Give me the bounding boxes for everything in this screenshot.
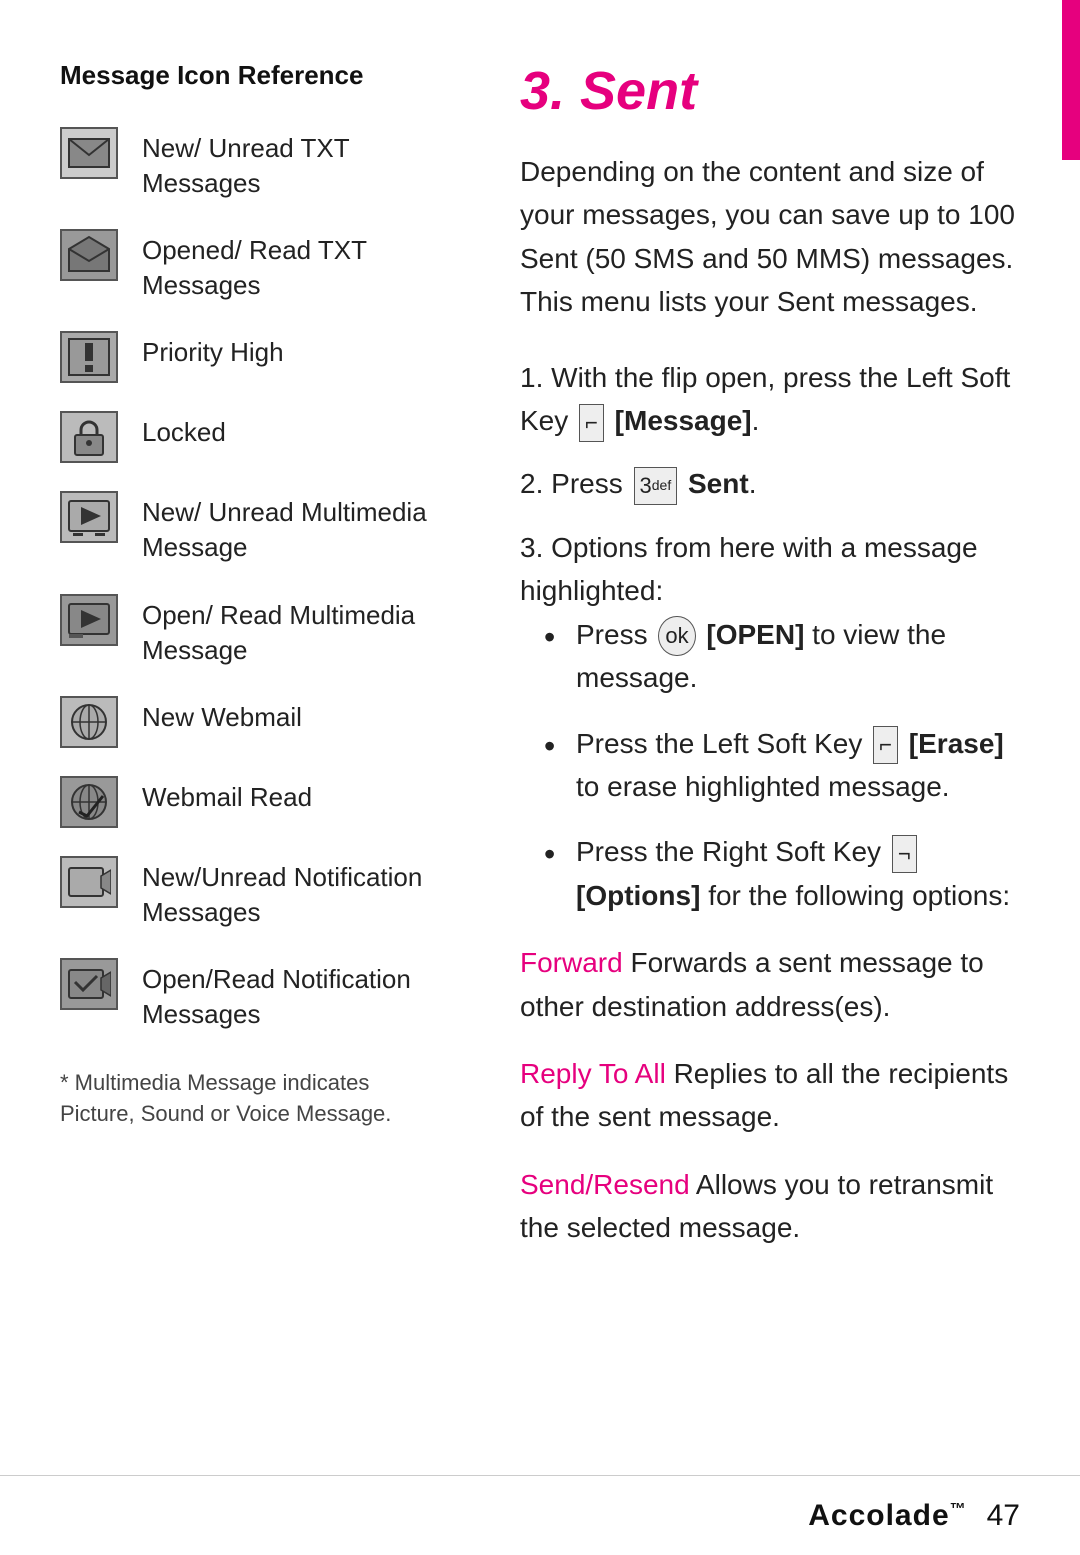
- bullet-3-text: Press the Right Soft Key: [576, 836, 889, 867]
- list-item: New/ Unread TXT Messages: [60, 127, 440, 201]
- new-notif-label: New/Unread Notification Messages: [142, 856, 440, 930]
- open-mms-icon: [60, 594, 118, 646]
- envelope-new-svg: [67, 133, 111, 173]
- priority-high-svg: [67, 337, 111, 377]
- option-reply-to-all: Reply To All Replies to all the recipien…: [520, 1052, 1020, 1139]
- locked-icon: [60, 411, 118, 463]
- reply-to-all-title: Reply To All: [520, 1058, 666, 1089]
- bullet-1: Press ok [OPEN] to view the message.: [540, 613, 1020, 700]
- locked-label: Locked: [142, 411, 226, 450]
- priority-high-label: Priority High: [142, 331, 284, 370]
- opened-txt-label: Opened/ Read TXT Messages: [142, 229, 440, 303]
- left-soft-key-icon: ⌐: [579, 404, 604, 442]
- option-forward: Forward Forwards a sent message to other…: [520, 941, 1020, 1028]
- open-notif-icon: [60, 958, 118, 1010]
- list-item: Open/ Read Multimedia Message: [60, 594, 440, 668]
- brand-name: Accolade™: [808, 1499, 966, 1533]
- erase-bold-label: [Erase]: [909, 728, 1004, 759]
- step-2-text: Press: [551, 468, 630, 499]
- left-soft-key-2-icon: ⌐: [873, 726, 898, 764]
- open-notif-svg: [67, 964, 111, 1004]
- icon-list: New/ Unread TXT Messages Opened/ Read TX…: [60, 127, 440, 1032]
- steps-list: 1. With the flip open, press the Left So…: [520, 356, 1020, 918]
- new-notif-svg: [67, 862, 111, 902]
- open-mms-svg: [67, 600, 111, 640]
- list-item: Open/Read Notification Messages: [60, 958, 440, 1032]
- message-icon-reference-title: Message Icon Reference: [60, 60, 440, 91]
- bullet-list: Press ok [OPEN] to view the message. Pre…: [540, 613, 1020, 918]
- open-notif-label: Open/Read Notification Messages: [142, 958, 440, 1032]
- list-item: Opened/ Read TXT Messages: [60, 229, 440, 303]
- three-key-icon: 3def: [634, 467, 678, 505]
- step-1: 1. With the flip open, press the Left So…: [520, 356, 1020, 443]
- list-item: Webmail Read: [60, 776, 440, 828]
- trademark-symbol: ™: [950, 1501, 967, 1518]
- new-txt-label: New/ Unread TXT Messages: [142, 127, 440, 201]
- step-3-text: Options from here with a message highlig…: [520, 532, 978, 606]
- accent-bar: [1062, 0, 1080, 160]
- send-resend-title: Send/Resend: [520, 1169, 690, 1200]
- open-mms-label: Open/ Read Multimedia Message: [142, 594, 440, 668]
- webmail-read-icon: [60, 776, 118, 828]
- priority-high-icon: [60, 331, 118, 383]
- forward-title: Forward: [520, 947, 623, 978]
- step-1-key-label: [Message].: [615, 405, 760, 436]
- webmail-read-label: Webmail Read: [142, 776, 312, 815]
- webmail-read-svg: [67, 782, 111, 822]
- message-label: [Message]: [615, 405, 752, 436]
- step-num-2: 2.: [520, 468, 551, 499]
- sent-label: Sent: [688, 468, 749, 499]
- brand-text: Accolade: [808, 1499, 949, 1532]
- footnote: * Multimedia Message indicates Picture, …: [60, 1068, 440, 1130]
- new-webmail-svg: [67, 702, 111, 742]
- new-txt-icon: [60, 127, 118, 179]
- bullet-1-text: Press: [576, 619, 655, 650]
- left-column: Message Icon Reference New/ Unread TXT M…: [60, 60, 440, 1415]
- option-send-resend: Send/Resend Allows you to retransmit the…: [520, 1163, 1020, 1250]
- new-mms-label: New/ Unread Multimedia Message: [142, 491, 440, 565]
- step-3: 3. Options from here with a message high…: [520, 526, 1020, 917]
- lock-svg: [67, 417, 111, 457]
- right-column: 3. Sent Depending on the content and siz…: [500, 60, 1020, 1415]
- footer: Accolade™ 47: [0, 1475, 1080, 1555]
- options-label: [Options] for the following options:: [576, 880, 1010, 911]
- envelope-opened-svg: [67, 235, 111, 275]
- bullet-2: Press the Left Soft Key ⌐ [Erase] to era…: [540, 722, 1020, 809]
- step-num-3: 3.: [520, 532, 551, 563]
- intro-text: Depending on the content and size of you…: [520, 150, 1020, 324]
- new-mms-icon: [60, 491, 118, 543]
- new-mms-svg: [67, 497, 111, 537]
- open-label: [OPEN]: [706, 619, 804, 650]
- ok-key-icon: ok: [658, 616, 695, 656]
- list-item: New/Unread Notification Messages: [60, 856, 440, 930]
- list-item: New Webmail: [60, 696, 440, 748]
- right-soft-key-icon: ¬: [892, 835, 917, 873]
- page-number: 47: [987, 1499, 1020, 1533]
- step-2: 2. Press 3def Sent.: [520, 462, 1020, 505]
- bullet-2-text: Press the Left Soft Key: [576, 728, 870, 759]
- list-item: Priority High: [60, 331, 440, 383]
- list-item: New/ Unread Multimedia Message: [60, 491, 440, 565]
- step-num-1: 1.: [520, 362, 551, 393]
- step-2-key-label: Sent.: [688, 468, 756, 499]
- new-webmail-label: New Webmail: [142, 696, 302, 735]
- new-notif-icon: [60, 856, 118, 908]
- chapter-title: 3. Sent: [520, 60, 1020, 122]
- list-item: Locked: [60, 411, 440, 463]
- options-bold-label: [Options]: [576, 880, 700, 911]
- new-webmail-icon: [60, 696, 118, 748]
- opened-txt-icon: [60, 229, 118, 281]
- bullet-3: Press the Right Soft Key ¬ [Options] for…: [540, 830, 1020, 917]
